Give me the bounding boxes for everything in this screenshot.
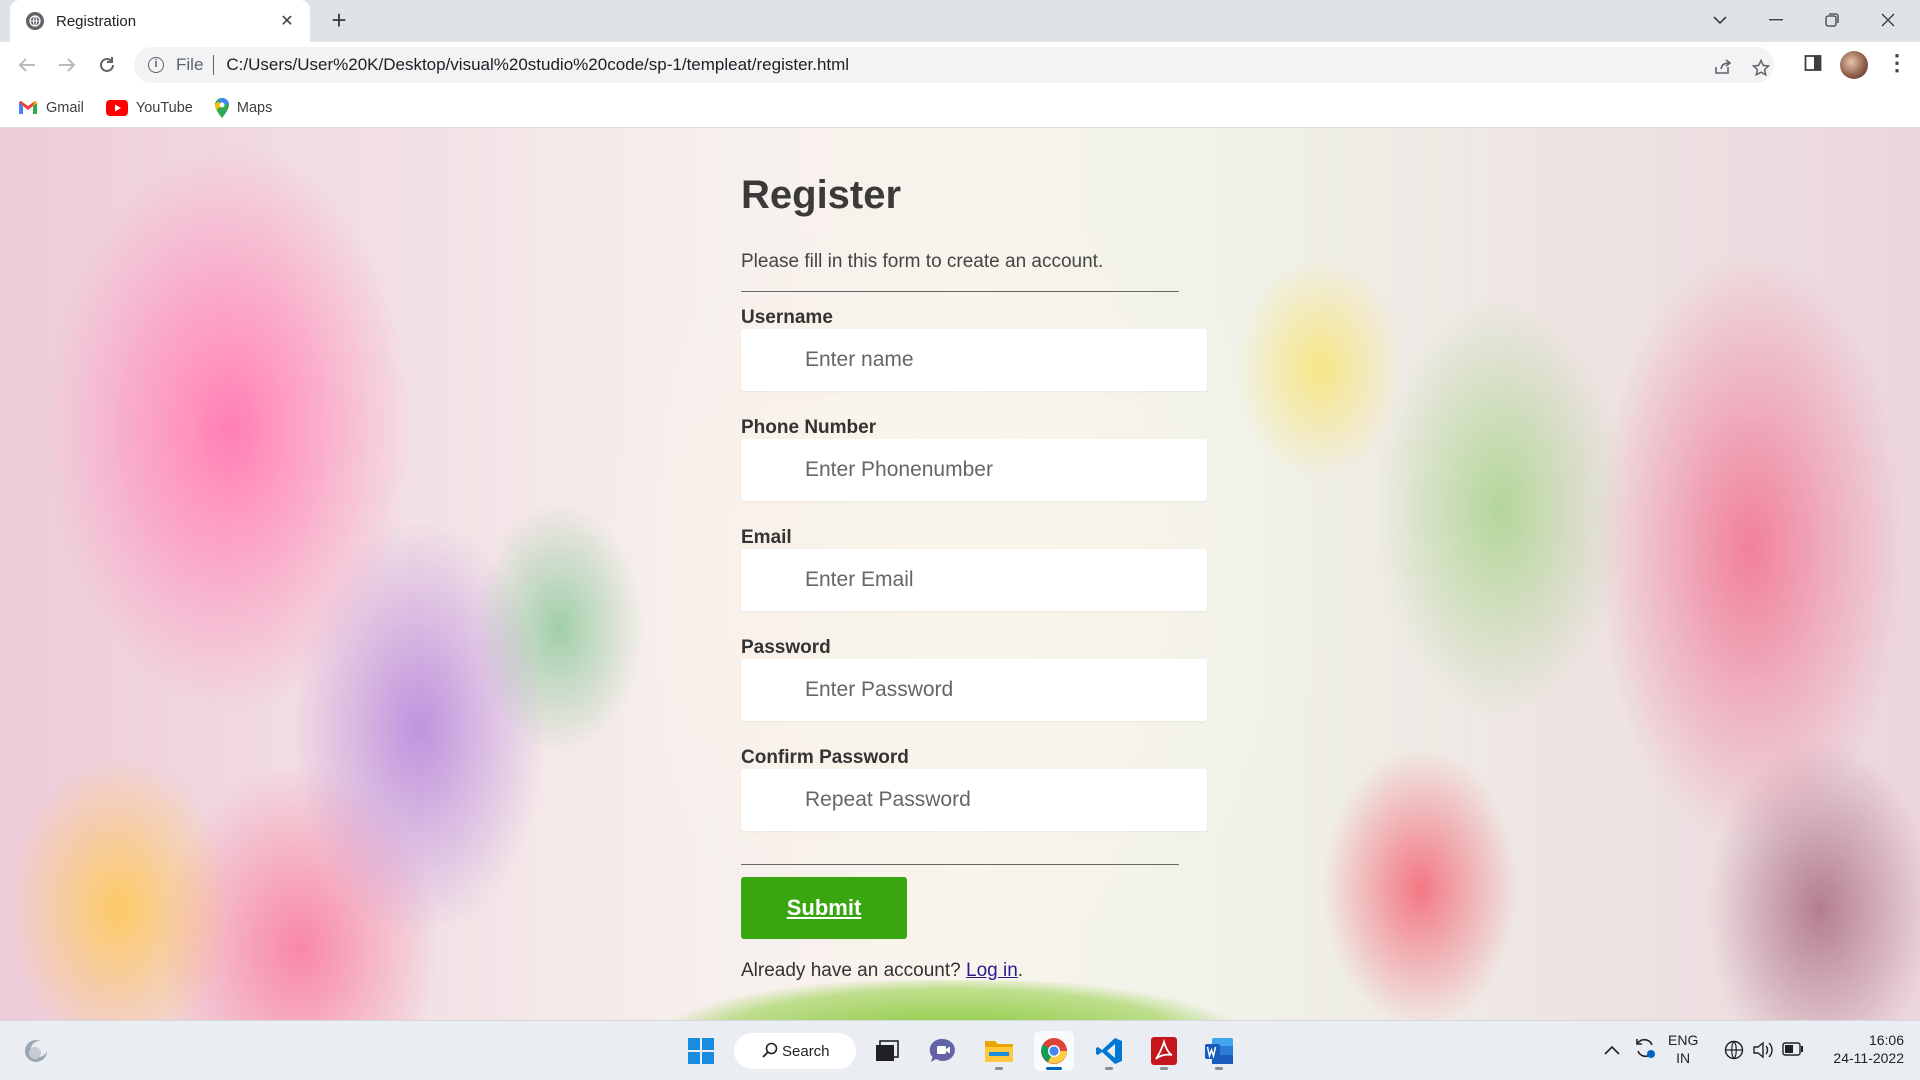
login-prompt-text: Already have an account? [741,960,961,981]
back-arrow-icon[interactable] [12,50,42,80]
acrobat-icon[interactable] [1144,1031,1184,1071]
tab-title: Registration [56,12,137,30]
email-label: Email [741,527,792,548]
taskbar-search-label: Search [782,1042,830,1060]
vscode-icon[interactable] [1089,1031,1129,1071]
email-input[interactable] [741,549,1207,611]
confirm-password-input[interactable] [741,769,1207,831]
bookmark-gmail[interactable]: Gmail [18,100,84,116]
region-code: IN [1676,1050,1691,1066]
bookmark-maps[interactable]: Maps [214,97,273,118]
phone-label: Phone Number [741,417,877,438]
url-separator [213,55,215,75]
submit-button[interactable]: Submit [741,877,907,939]
running-indicator [1160,1067,1168,1070]
search-icon [762,1042,778,1062]
maps-icon [214,97,229,118]
volume-icon[interactable] [1752,1040,1774,1064]
tab-strip: Registration ✕ + [0,0,1920,42]
login-suffix: . [1017,960,1024,981]
close-window-button[interactable] [1860,0,1916,40]
username-label: Username [741,307,833,328]
side-panel-icon[interactable] [1804,54,1822,77]
gmail-icon [18,100,38,115]
bookmark-youtube[interactable]: YouTube [105,99,193,116]
taskbar: Search ENG IN 16:06 24-11-2022 [0,1020,1920,1080]
show-hidden-icons-chevron-icon[interactable] [1604,1041,1620,1059]
new-tab-button[interactable]: + [324,6,354,36]
tab-search-chevron-icon[interactable] [1692,0,1748,40]
browser-toolbar: i File C:/Users/User%20K/Desktop/visual%… [0,42,1920,88]
page-background: Register Please fill in this form to cre… [0,128,1920,1020]
top-divider [741,291,1179,292]
reload-icon[interactable] [92,50,122,80]
active-indicator [1046,1067,1062,1070]
page-title: Register [741,173,902,217]
bookmark-label: YouTube [135,99,193,116]
url-scheme-label: File [176,55,204,74]
confirm-password-label: Confirm Password [741,747,909,768]
running-indicator [1215,1067,1223,1070]
password-label: Password [741,637,831,658]
sync-icon[interactable] [1634,1037,1656,1063]
task-view-icon[interactable] [867,1031,907,1071]
globe-icon [26,12,44,30]
address-bar[interactable]: i File C:/Users/User%20K/Desktop/visual%… [134,47,1774,83]
bookmark-label: Maps [236,99,273,116]
running-indicator [995,1067,1003,1070]
teams-chat-icon[interactable] [923,1031,963,1071]
running-indicator [1105,1067,1113,1070]
share-icon[interactable] [1714,59,1732,80]
bookmarks-bar: Gmail YouTube Maps [0,88,1920,128]
login-prompt: Already have an account? Log in. [741,960,1023,982]
windows-start-icon[interactable] [681,1031,721,1071]
weather-widget-icon[interactable] [16,1031,56,1071]
password-input[interactable] [741,659,1207,721]
taskbar-search[interactable]: Search [734,1033,856,1069]
username-input[interactable] [741,329,1207,391]
bookmark-star-icon[interactable] [1751,58,1771,82]
youtube-icon [105,99,128,116]
network-globe-icon[interactable] [1724,1040,1744,1064]
menu-kebab-icon[interactable]: ⋮ [1886,52,1908,78]
clock-date: 24-11-2022 [1833,1050,1904,1066]
clock[interactable]: 16:06 24-11-2022 [1822,1031,1904,1067]
browser-tab[interactable]: Registration ✕ [10,0,310,42]
minimize-button[interactable] [1748,0,1804,40]
battery-icon[interactable] [1782,1042,1804,1060]
language-indicator[interactable]: ENG IN [1668,1031,1698,1067]
info-icon[interactable]: i [148,57,164,73]
bookmark-label: Gmail [46,99,84,116]
forward-arrow-icon[interactable] [52,50,82,80]
bottom-divider [741,864,1179,865]
url-text[interactable]: C:/Users/User%20K/Desktop/visual%20studi… [226,55,849,75]
login-link[interactable]: Log in [966,960,1018,981]
phone-input[interactable] [741,439,1207,501]
form-subtitle: Please fill in this form to create an ac… [741,251,1104,272]
close-tab-icon[interactable]: ✕ [276,11,298,31]
restore-button[interactable] [1804,0,1860,40]
word-icon[interactable] [1199,1031,1239,1071]
clock-time: 16:06 [1868,1032,1904,1048]
file-explorer-icon[interactable] [979,1031,1019,1071]
chrome-icon[interactable] [1034,1031,1074,1071]
profile-avatar[interactable] [1840,51,1868,79]
language-code: ENG [1668,1032,1699,1048]
